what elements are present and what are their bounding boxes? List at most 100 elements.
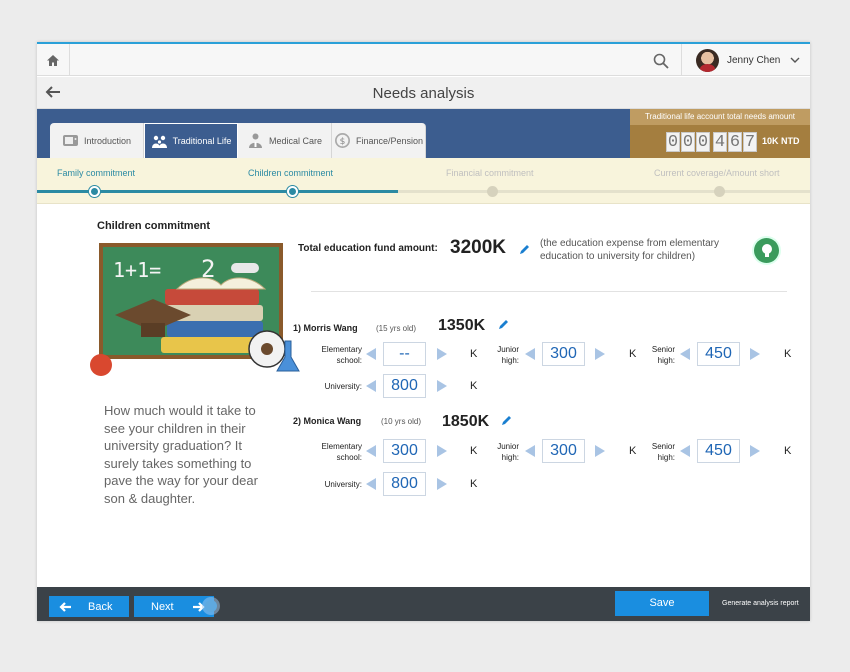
- tab-introduction[interactable]: Introduction: [50, 123, 144, 158]
- tab-bar: Introduction Traditional Life Medical Ca…: [50, 123, 426, 158]
- arrow-left-icon: [59, 601, 71, 612]
- university-label: University:: [324, 480, 362, 489]
- increase-arrow[interactable]: [437, 478, 447, 490]
- university-label: University:: [324, 382, 362, 391]
- decrease-arrow[interactable]: [525, 348, 535, 360]
- senior-label: Senior high:: [651, 345, 675, 365]
- step-children-commitment[interactable]: Children commitment: [248, 168, 333, 178]
- child-name: 1) Morris Wang: [293, 323, 358, 333]
- app-window: Jenny Chen Needs analysis Introduction T…: [37, 42, 810, 621]
- top-bar: Jenny Chen: [37, 44, 810, 76]
- increase-arrow[interactable]: [595, 348, 605, 360]
- tab-medical-care[interactable]: Medical Care: [238, 123, 332, 158]
- decrease-arrow[interactable]: [366, 380, 376, 392]
- decrease-arrow[interactable]: [680, 445, 690, 457]
- step-progress: Family commitment Children commitment Fi…: [37, 158, 810, 204]
- unit-label: K: [629, 348, 637, 360]
- tab-finance-pension[interactable]: $ Finance/Pension: [332, 123, 426, 158]
- education-illustration: 1+1= 2: [90, 243, 300, 376]
- counter-digit: 0: [666, 132, 680, 152]
- pencil-icon[interactable]: [498, 319, 509, 330]
- dollar-coin-icon: $: [334, 133, 350, 148]
- elementary-amount-input[interactable]: 300: [383, 439, 426, 463]
- user-name: Jenny Chen: [727, 54, 781, 66]
- home-button[interactable]: [37, 44, 70, 76]
- header-band: Introduction Traditional Life Medical Ca…: [37, 109, 810, 158]
- back-button[interactable]: Back: [49, 596, 129, 617]
- unit-label: K: [470, 445, 478, 457]
- svg-text:1+1=: 1+1=: [113, 258, 161, 282]
- child-age: (15 yrs old): [376, 324, 417, 333]
- unit-label: K: [629, 445, 637, 457]
- doctor-icon: [248, 133, 262, 148]
- page-title: Needs analysis: [372, 85, 475, 102]
- pencil-icon[interactable]: [519, 244, 530, 255]
- decrease-arrow[interactable]: [366, 348, 376, 360]
- total-education-value: 3200K: [450, 237, 506, 258]
- pencil-icon[interactable]: [501, 415, 512, 426]
- senior-amount-input[interactable]: 450: [697, 342, 740, 366]
- save-button[interactable]: Save: [615, 591, 709, 616]
- next-button[interactable]: Next: [134, 596, 214, 617]
- bottom-bar: Back Next Save Generate analysis report: [37, 587, 810, 621]
- unit-label: K: [470, 478, 478, 490]
- family-icon: [151, 135, 167, 148]
- user-menu[interactable]: Jenny Chen: [681, 44, 810, 76]
- unit-label: K: [784, 348, 792, 360]
- child-total: 1350K: [438, 317, 486, 334]
- total-needs-label: Traditional life account total needs amo…: [630, 109, 810, 125]
- junior-amount-input[interactable]: 300: [542, 342, 585, 366]
- increase-arrow[interactable]: [437, 380, 447, 392]
- counter-digit: 4: [713, 132, 727, 152]
- lightbulb-icon: [761, 243, 772, 257]
- tab-label: Finance/Pension: [355, 135, 424, 146]
- unit-label: K: [470, 380, 478, 392]
- senior-amount-input[interactable]: 450: [697, 439, 740, 463]
- decrease-arrow[interactable]: [366, 445, 376, 457]
- decrease-arrow[interactable]: [680, 348, 690, 360]
- tab-traditional-life[interactable]: Traditional Life: [144, 123, 238, 158]
- decrease-arrow[interactable]: [366, 478, 376, 490]
- tip-button[interactable]: [754, 238, 779, 263]
- decrease-arrow[interactable]: [525, 445, 535, 457]
- child-age: (10 yrs old): [381, 417, 422, 426]
- total-needs-counter: 0 0 0 4 6 7: [666, 132, 758, 152]
- counter-digit: 6: [728, 132, 742, 152]
- counter-digit: 7: [743, 132, 757, 152]
- back-label: Back: [88, 600, 113, 613]
- elementary-amount-input[interactable]: --: [383, 342, 426, 366]
- step-financial-commitment[interactable]: Financial commitment: [446, 168, 534, 178]
- junior-amount-input[interactable]: 300: [542, 439, 585, 463]
- step-dot: [287, 186, 298, 197]
- university-amount-input[interactable]: 800: [383, 472, 426, 496]
- avatar: [696, 48, 719, 72]
- generate-report-link[interactable]: Generate analysis report: [722, 600, 799, 607]
- increase-arrow[interactable]: [750, 348, 760, 360]
- increase-arrow[interactable]: [750, 445, 760, 457]
- increase-arrow[interactable]: [437, 348, 447, 360]
- total-education-note: (the education expense from elementary e…: [540, 238, 719, 262]
- title-bar: Needs analysis: [37, 77, 810, 109]
- search-icon[interactable]: [652, 52, 670, 70]
- step-dot: [89, 186, 100, 197]
- elementary-label: Elementary school:: [321, 442, 362, 462]
- unit-label: K: [784, 445, 792, 457]
- elementary-label: Elementary school:: [321, 345, 362, 365]
- step-current-coverage[interactable]: Current coverage/Amount short: [654, 168, 780, 178]
- total-education-label: Total education fund amount:: [298, 243, 438, 254]
- step-dot: [487, 186, 498, 197]
- increase-arrow[interactable]: [437, 445, 447, 457]
- child-total: 1850K: [442, 413, 490, 430]
- step-family-commitment[interactable]: Family commitment: [57, 168, 135, 178]
- svg-text:$: $: [340, 137, 346, 147]
- home-icon: [47, 54, 59, 66]
- chevron-down-icon: [790, 57, 800, 63]
- counter-digit: 0: [681, 132, 695, 152]
- touch-indicator: [205, 600, 217, 612]
- divider: [311, 291, 787, 292]
- tab-label: Introduction: [83, 135, 132, 146]
- university-amount-input[interactable]: 800: [383, 374, 426, 398]
- junior-label: Junior high:: [497, 345, 519, 365]
- increase-arrow[interactable]: [595, 445, 605, 457]
- unit-label: K: [470, 348, 478, 360]
